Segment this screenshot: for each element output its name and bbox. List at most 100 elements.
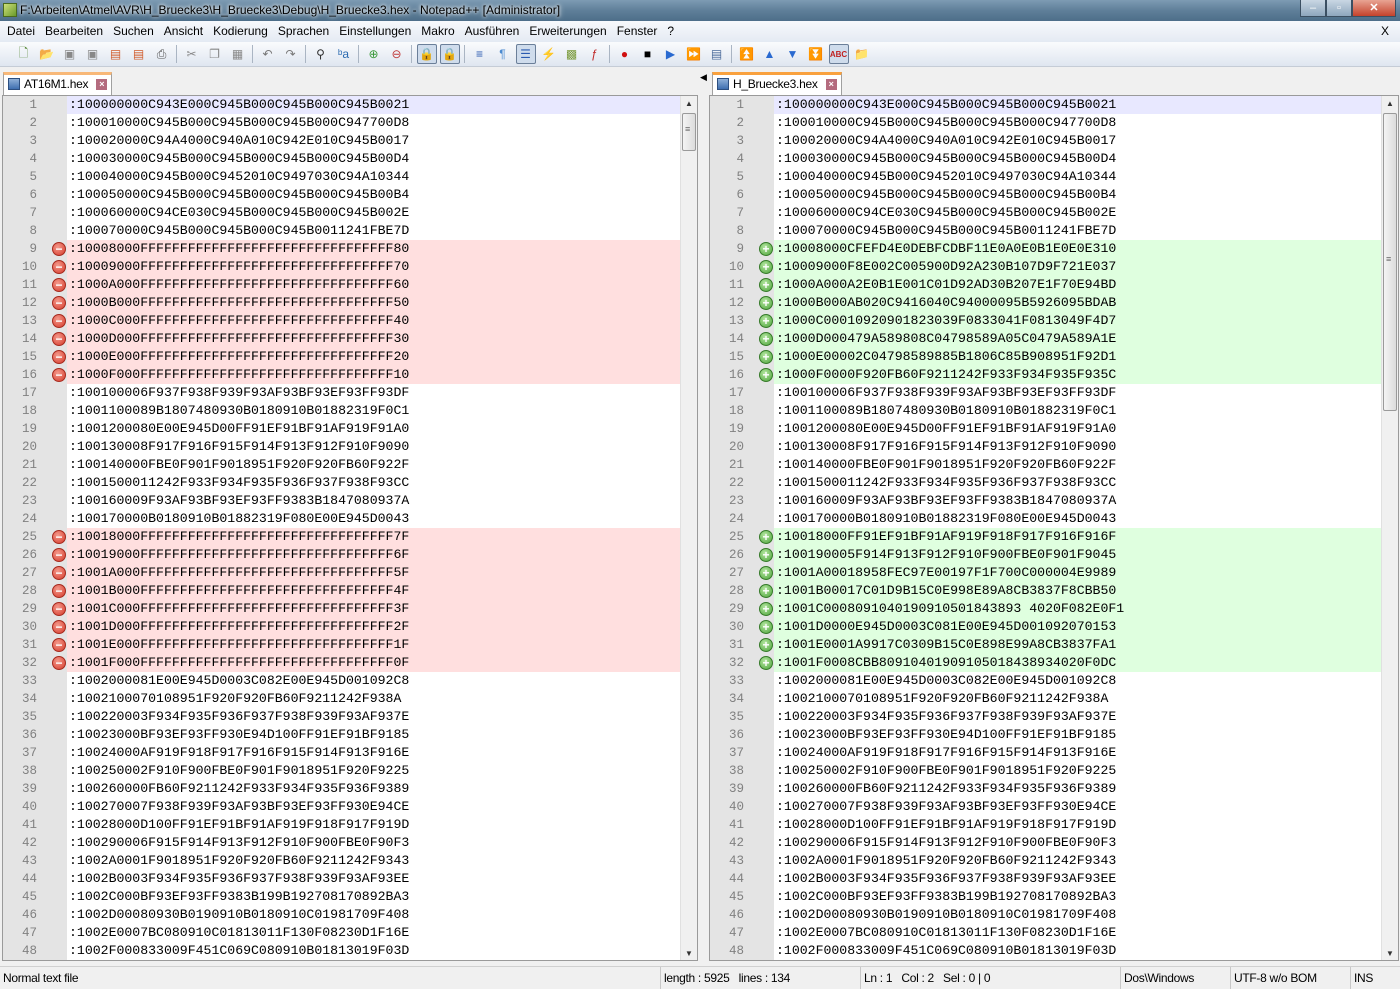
editor-line[interactable]: 11 +:1000A000A2E0B1E001C01D92AD30B207E1F7…	[710, 276, 1398, 294]
editor-line[interactable]: 27 −:1001A000FFFFFFFFFFFFFFFFFFFFFFFFFFFF…	[3, 564, 697, 582]
line-text[interactable]: :1002F000833009F451C069C080910B01813019F…	[67, 942, 680, 960]
line-text[interactable]: :100260000FB60F9211242F933F934F935F936F9…	[774, 780, 1381, 798]
line-text[interactable]: :1002D00080930B0190910B0180910C01981709F…	[67, 906, 680, 924]
editor-line[interactable]: 31 −:1001E000FFFFFFFFFFFFFFFFFFFFFFFFFFFF…	[3, 636, 697, 654]
tab-h-bruecke3-hex[interactable]: H_Bruecke3.hex ×	[712, 72, 842, 95]
editor-line[interactable]: 39:100260000FB60F9211242F933F934F935F936…	[3, 780, 697, 798]
line-text[interactable]: :1001F0008CBB80910401909105018438934020F…	[774, 654, 1381, 672]
line-text[interactable]: :100040000C945B000C9452010C9497030C94A10…	[67, 168, 680, 186]
editor-line[interactable]: 29 −:1001C000FFFFFFFFFFFFFFFFFFFFFFFFFFFF…	[3, 600, 697, 618]
editor-line[interactable]: 37:10024000AF919F918F917F916F915F914F913…	[710, 744, 1398, 762]
editor-line[interactable]: 38:100250002F910F900FBE0F901F9018951F920…	[710, 762, 1398, 780]
zoom-in-button[interactable]: ⊕	[364, 44, 384, 64]
line-text[interactable]: :1000D000FFFFFFFFFFFFFFFFFFFFFFFFFFFFFFF…	[67, 330, 680, 348]
line-text[interactable]: :100010000C945B000C945B000C945B000C94770…	[774, 114, 1381, 132]
editor-line[interactable]: 1:100000000C943E000C945B000C945B000C945B…	[3, 96, 697, 114]
editor-line[interactable]: 31 +:1001E0001A9917C0309B15C0E898E99A8CB3…	[710, 636, 1398, 654]
next-diff-button[interactable]: ▼	[783, 44, 803, 64]
editor-line[interactable]: 21:100140000FBE0F901F9018951F920F920FB60…	[710, 456, 1398, 474]
editor-line[interactable]: 47:1002E0007BC080910C01813011F130F08230D…	[710, 924, 1398, 942]
redo-button[interactable]: ↷	[281, 44, 301, 64]
line-text[interactable]: :1001B000FFFFFFFFFFFFFFFFFFFFFFFFFFFFFFF…	[67, 582, 680, 600]
editor-line[interactable]: 45:1002C000BF93EF93FF9383B199B1927081708…	[710, 888, 1398, 906]
line-text[interactable]: :100020000C94A4000C940A010C942E010C945B0…	[774, 132, 1381, 150]
line-text[interactable]: :10023000BF93EF93FF930E94D100FF91EF91BF9…	[774, 726, 1381, 744]
close-button[interactable]: ▤	[106, 44, 126, 64]
editor-line[interactable]: 6:100050000C945B000C945B000C945B000C945B…	[710, 186, 1398, 204]
editor-line[interactable]: 38:100250002F910F900FBE0F901F9018951F920…	[3, 762, 697, 780]
first-diff-button[interactable]: ⏫	[737, 44, 757, 64]
editor-line[interactable]: 34:1002100070108951F920F920FB60F9211242F…	[3, 690, 697, 708]
open-file-button[interactable]: 📂	[37, 44, 57, 64]
line-text[interactable]: :1002E0007BC080910C01813011F130F08230D1F…	[67, 924, 680, 942]
word-wrap-button[interactable]: ≡	[470, 44, 490, 64]
editor-line[interactable]: 47:1002E0007BC080910C01813011F130F08230D…	[3, 924, 697, 942]
line-text[interactable]: :1000E000FFFFFFFFFFFFFFFFFFFFFFFFFFFFFFF…	[67, 348, 680, 366]
scroll-up-arrow-icon[interactable]: ▲	[681, 96, 697, 112]
line-text[interactable]: :10023000BF93EF93FF930E94D100FF91EF91BF9…	[67, 726, 680, 744]
scrollbar-thumb[interactable]: ≡	[682, 113, 696, 151]
editor-line[interactable]: 30 +:1001D0000E945D0003C081E00E945D001092…	[710, 618, 1398, 636]
line-text[interactable]: :1001A000FFFFFFFFFFFFFFFFFFFFFFFFFFFFFFF…	[67, 564, 680, 582]
editor-line[interactable]: 30 −:1001D000FFFFFFFFFFFFFFFFFFFFFFFFFFFF…	[3, 618, 697, 636]
view-splitter[interactable]: ◀	[699, 70, 708, 962]
line-text[interactable]: :1001F000FFFFFFFFFFFFFFFFFFFFFFFFFFFFFFF…	[67, 654, 680, 672]
line-text[interactable]: :100060000C94CE030C945B000C945B000C945B0…	[67, 204, 680, 222]
menu-ansicht[interactable]: Ansicht	[159, 21, 208, 42]
line-text[interactable]: :10019000FFFFFFFFFFFFFFFFFFFFFFFFFFFFFFF…	[67, 546, 680, 564]
editor-line[interactable]: 6:100050000C945B000C945B000C945B000C945B…	[3, 186, 697, 204]
copy-button[interactable]: ❐	[205, 44, 225, 64]
editor-line[interactable]: 48:1002F000833009F451C069C080910B0181301…	[3, 942, 697, 960]
vertical-scrollbar[interactable]: ▲ ≡ ▼	[1381, 96, 1398, 960]
save-button[interactable]: ▣	[60, 44, 80, 64]
editor-line[interactable]: 17:100100006F937F938F939F93AF93BF93EF93F…	[3, 384, 697, 402]
line-text[interactable]: :1001500011242F933F934F935F936F937F938F9…	[67, 474, 680, 492]
editor-pane-right[interactable]: 1:100000000C943E000C945B000C945B000C945B…	[709, 95, 1399, 961]
scroll-down-arrow-icon[interactable]: ▼	[1382, 946, 1398, 960]
line-text[interactable]: :100010000C945B000C945B000C945B000C94770…	[67, 114, 680, 132]
line-text[interactable]: :1000F000FFFFFFFFFFFFFFFFFFFFFFFFFFFFFFF…	[67, 366, 680, 384]
line-text[interactable]: :10024000AF919F918F917F916F915F914F913F9…	[774, 744, 1381, 762]
menu-kodierung[interactable]: Kodierung	[208, 21, 273, 42]
line-text[interactable]: :100070000C945B000C945B000C945B0011241FB…	[67, 222, 680, 240]
editor-line[interactable]: 46:1002D00080930B0190910B0180910C0198170…	[710, 906, 1398, 924]
menu-help[interactable]: ?	[662, 21, 679, 42]
menu-ausfhren[interactable]: Ausführen	[460, 21, 525, 42]
last-diff-button[interactable]: ⏬	[806, 44, 826, 64]
line-text[interactable]: :1000A000FFFFFFFFFFFFFFFFFFFFFFFFFFFFFFF…	[67, 276, 680, 294]
play-macro-button[interactable]: ▶	[661, 44, 681, 64]
editor-line[interactable]: 19:1001200080E00E945D00FF91EF91BF91AF919…	[3, 420, 697, 438]
line-text[interactable]: :1002F000833009F451C069C080910B01813019F…	[774, 942, 1381, 960]
line-text[interactable]: :1001500011242F933F934F935F936F937F938F9…	[774, 474, 1381, 492]
editor-line[interactable]: 22:1001500011242F933F934F935F936F937F938…	[3, 474, 697, 492]
line-text[interactable]: :1001E000FFFFFFFFFFFFFFFFFFFFFFFFFFFFFFF…	[67, 636, 680, 654]
editor-line[interactable]: 8:100070000C945B000C945B000C945B0011241F…	[710, 222, 1398, 240]
close-document-button[interactable]: X	[1376, 21, 1394, 42]
line-text[interactable]: :100040000C945B000C9452010C9497030C94A10…	[774, 168, 1381, 186]
editor-line[interactable]: 20:100130008F917F916F915F914F913F912F910…	[710, 438, 1398, 456]
line-text[interactable]: :100050000C945B000C945B000C945B000C945B0…	[774, 186, 1381, 204]
editor-line[interactable]: 37:10024000AF919F918F917F916F915F914F913…	[3, 744, 697, 762]
save-macro-button[interactable]: ▤	[707, 44, 727, 64]
editor-line[interactable]: 12 −:1000B000FFFFFFFFFFFFFFFFFFFFFFFFFFFF…	[3, 294, 697, 312]
line-text[interactable]: :10018000FF91EF91BF91AF919F918F917F916F9…	[774, 528, 1381, 546]
print-button[interactable]: ⎙	[152, 44, 172, 64]
scroll-down-arrow-icon[interactable]: ▼	[681, 946, 697, 960]
line-text[interactable]: :1001C000FFFFFFFFFFFFFFFFFFFFFFFFFFFFFFF…	[67, 600, 680, 618]
editor-pane-left[interactable]: 1:100000000C943E000C945B000C945B000C945B…	[2, 95, 698, 961]
editor-line[interactable]: 41:10028000D100FF91EF91BF91AF919F918F917…	[3, 816, 697, 834]
editor-line[interactable]: 35:100220003F934F935F936F937F938F939F93A…	[3, 708, 697, 726]
line-text[interactable]: :1000C00010920901823039F0833041F0813049F…	[774, 312, 1381, 330]
line-text[interactable]: :100140000FBE0F901F9018951F920F920FB60F9…	[67, 456, 680, 474]
line-text[interactable]: :1000F0000F920FB60F9211242F933F934F935F9…	[774, 366, 1381, 384]
line-text[interactable]: :100100006F937F938F939F93AF93BF93EF93FF9…	[67, 384, 680, 402]
line-text[interactable]: :100270007F938F939F93AF93BF93EF93FF930E9…	[774, 798, 1381, 816]
line-text[interactable]: :1002E0007BC080910C01813011F130F08230D1F…	[774, 924, 1381, 942]
editor-line[interactable]: 43:1002A0001F9018951F920F920FB60F9211242…	[3, 852, 697, 870]
line-text[interactable]: :100170000B0180910B01882319F080E00E945D0…	[67, 510, 680, 528]
menu-sprachen[interactable]: Sprachen	[273, 21, 334, 42]
line-text[interactable]: :100160009F93AF93BF93EF93FF9383B18470809…	[67, 492, 680, 510]
menu-fenster[interactable]: Fenster	[612, 21, 663, 42]
editor-line[interactable]: 24:100170000B0180910B01882319F080E00E945…	[3, 510, 697, 528]
line-text[interactable]: :1000B000AB020C9416040C94000095B5926095B…	[774, 294, 1381, 312]
